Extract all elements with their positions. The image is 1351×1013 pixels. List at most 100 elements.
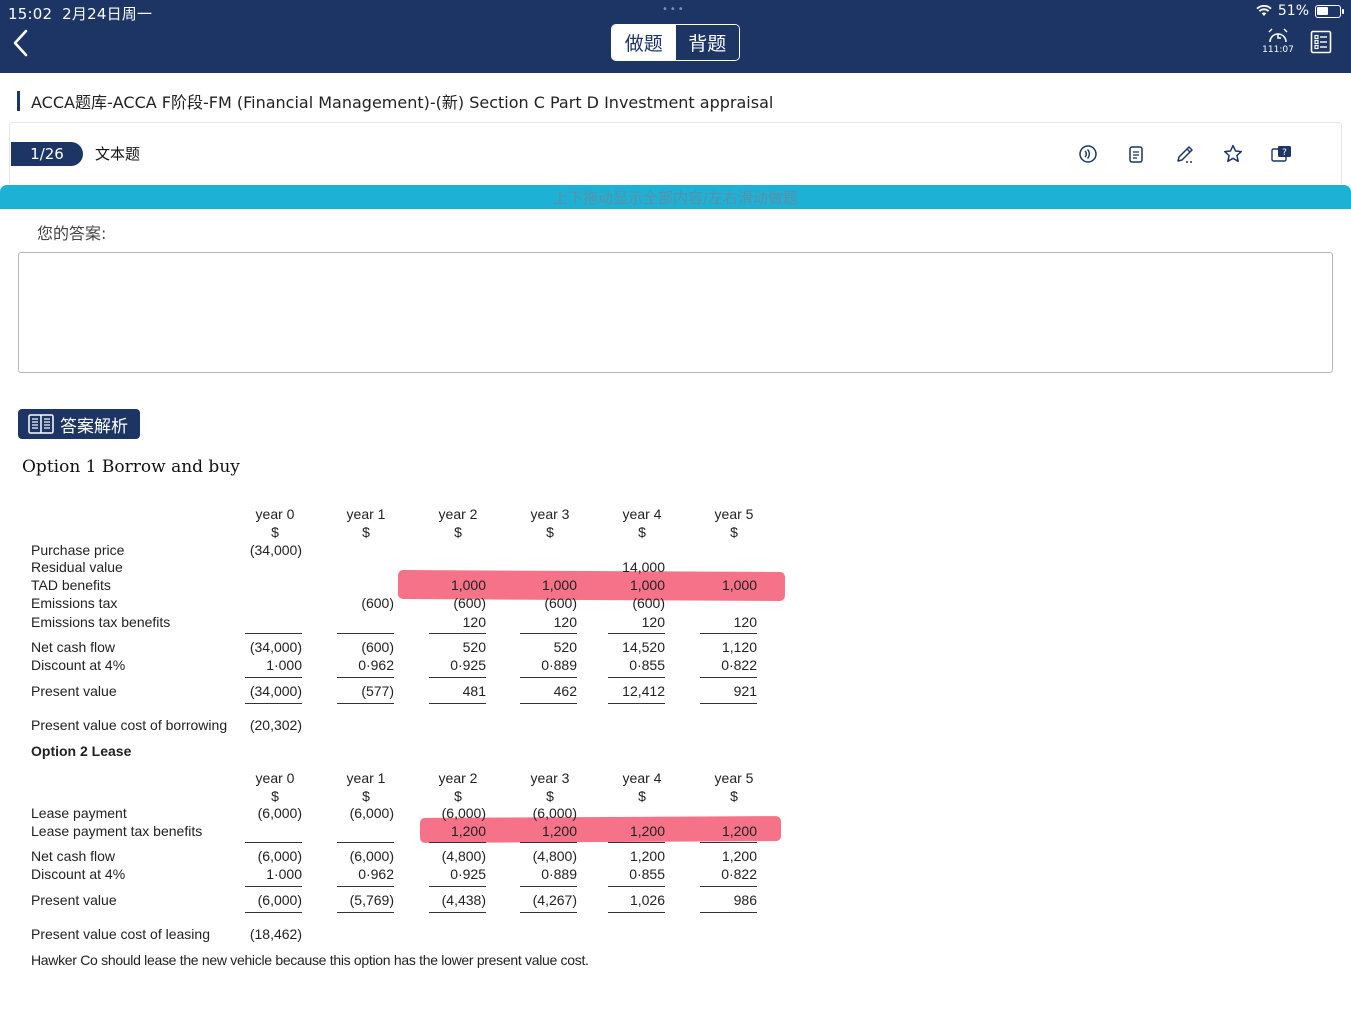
table-cell: (18,462)	[249, 926, 302, 942]
subtotal-rule	[245, 633, 302, 634]
mode-recite-button[interactable]: 背题	[675, 25, 739, 60]
table-cell: (4,438)	[441, 892, 486, 908]
feedback-icon[interactable]: ?	[1270, 143, 1292, 165]
table-cell: 0·822	[721, 866, 757, 882]
row-label: Purchase price	[31, 542, 125, 558]
subtotal-rule	[337, 886, 394, 887]
subtotal-rule	[520, 842, 577, 843]
table-cell: (34,000)	[249, 683, 302, 699]
subtotal-rule	[429, 633, 486, 634]
answer-input[interactable]	[18, 252, 1333, 373]
table-cell: (6,000)	[257, 848, 302, 864]
subtotal-rule	[700, 633, 757, 634]
battery-icon	[1315, 4, 1344, 18]
total-rule	[245, 912, 302, 913]
table-cell: (6,000)	[349, 805, 394, 821]
table-cell: (5,769)	[349, 892, 394, 908]
status-right: 51%	[1256, 3, 1344, 19]
row-label: Discount at 4%	[31, 866, 126, 882]
table-cell: (6,000)	[532, 805, 577, 821]
total-rule	[608, 912, 665, 913]
mode-toggle: 做题 背题	[611, 24, 740, 61]
row-label: Present value	[31, 683, 117, 699]
row-label: Net cash flow	[31, 848, 116, 864]
currency-header: $	[638, 524, 646, 540]
table-cell: (20,302)	[249, 717, 302, 733]
subtotal-rule	[608, 633, 665, 634]
table-cell: 0·889	[541, 657, 577, 673]
table-cell: 120	[553, 614, 577, 630]
currency-header: $	[638, 788, 646, 804]
multitask-dots[interactable]: •••	[662, 4, 686, 15]
analysis-button[interactable]: 答案解析	[18, 409, 140, 439]
year-header: year 4	[622, 506, 662, 522]
answer-card-icon[interactable]	[1310, 30, 1332, 54]
table-cell: 0·855	[629, 866, 665, 882]
conclusion-text: Hawker Co should lease the new vehicle b…	[31, 952, 589, 968]
subtotal-rule	[245, 677, 302, 678]
back-icon[interactable]	[10, 28, 32, 58]
table-cell: 14,520	[622, 639, 665, 655]
row-label: Present value cost of leasing	[31, 926, 210, 942]
note-icon[interactable]	[1125, 143, 1147, 165]
row-label: Net cash flow	[31, 639, 116, 655]
subtotal-rule	[608, 886, 665, 887]
answer-label: 您的答案:	[37, 224, 107, 243]
table-cell: (6,000)	[257, 805, 302, 821]
mode-do-button[interactable]: 做题	[612, 25, 676, 60]
total-rule	[429, 912, 486, 913]
table-cell: (6,000)	[441, 805, 486, 821]
total-rule	[520, 912, 577, 913]
table-cell: (600)	[453, 595, 486, 611]
currency-header: $	[271, 788, 279, 804]
table-cell: 0·855	[629, 657, 665, 673]
year-header: year 0	[255, 770, 295, 786]
subtotal-rule	[608, 842, 665, 843]
subtotal-rule	[520, 886, 577, 887]
subtotal-rule	[337, 677, 394, 678]
star-icon[interactable]	[1222, 143, 1244, 165]
table-cell: (4,800)	[441, 848, 486, 864]
subtotal-rule	[337, 842, 394, 843]
breadcrumb-text: ACCA题库-ACCA F阶段-FM (Financial Management…	[31, 93, 774, 112]
audio-icon[interactable]	[1077, 143, 1099, 165]
table-cell: 1,000	[721, 577, 757, 593]
table-cell: 1·000	[266, 866, 302, 882]
total-rule	[245, 703, 302, 704]
analysis-label: 答案解析	[60, 416, 128, 437]
table-cell: 1,200	[629, 823, 665, 839]
table-cell: 0·889	[541, 866, 577, 882]
total-rule	[520, 703, 577, 704]
currency-header: $	[546, 524, 554, 540]
total-rule	[337, 912, 394, 913]
row-label: TAD benefits	[31, 577, 111, 593]
row-label: Lease payment tax benefits	[31, 823, 203, 839]
subtotal-rule	[245, 842, 302, 843]
table-cell: 0·822	[721, 657, 757, 673]
year-header: year 0	[255, 506, 295, 522]
table-cell: 0·925	[450, 866, 486, 882]
currency-header: $	[730, 788, 738, 804]
row-label: Present value cost of borrowing	[31, 717, 228, 733]
year-header: year 5	[714, 770, 754, 786]
table-cell: (577)	[361, 683, 394, 699]
book-icon	[28, 414, 54, 434]
table-cell: 520	[553, 639, 577, 655]
subtotal-rule	[608, 677, 665, 678]
table-cell: 520	[462, 639, 486, 655]
subtotal-rule	[520, 633, 577, 634]
table-cell: 14,000	[622, 559, 665, 575]
table-cell: (600)	[632, 595, 665, 611]
currency-header: $	[362, 524, 370, 540]
year-header: year 3	[530, 770, 570, 786]
wifi-icon	[1256, 5, 1272, 16]
table-cell: 120	[462, 614, 486, 630]
table-cell: 0·925	[450, 657, 486, 673]
table-cell: (600)	[361, 595, 394, 611]
table-cell: (6,000)	[257, 892, 302, 908]
edit-icon[interactable]	[1174, 143, 1196, 165]
year-header: year 1	[346, 506, 386, 522]
timer-button[interactable]: 111:07	[1262, 27, 1294, 57]
question-header: 1/26 文本题 ?	[9, 122, 1342, 184]
total-rule	[429, 703, 486, 704]
